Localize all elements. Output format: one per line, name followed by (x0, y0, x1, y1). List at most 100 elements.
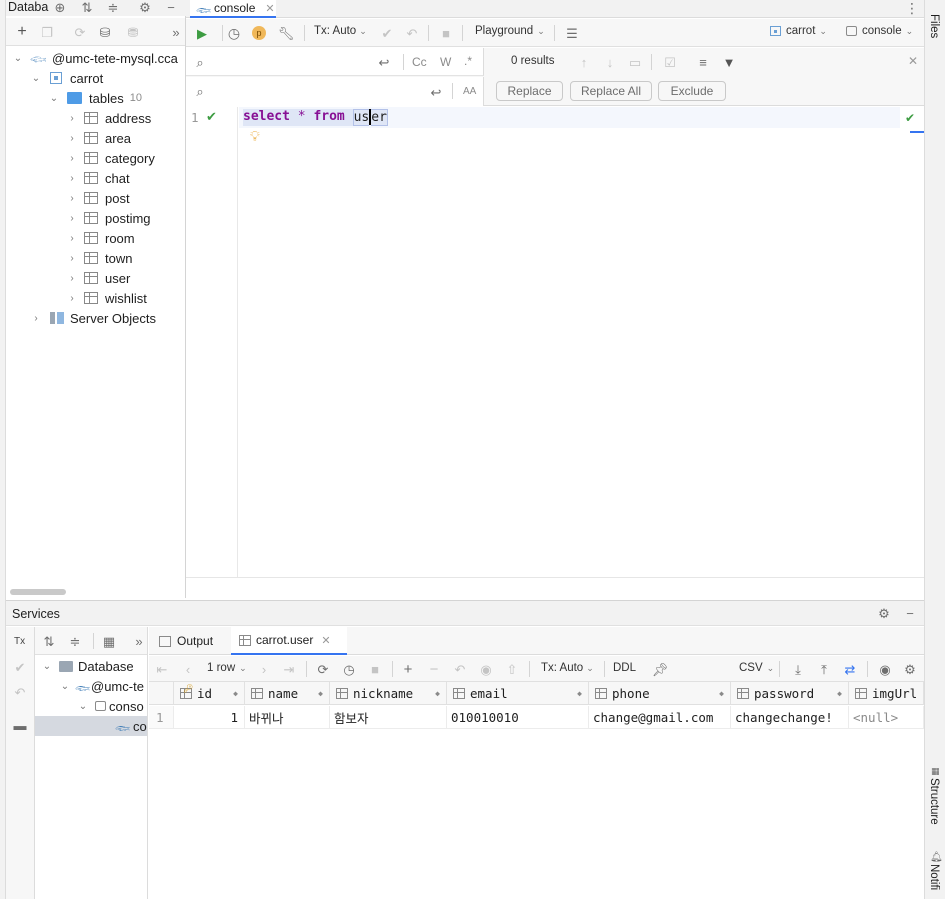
tree-table-item[interactable]: › post (66, 188, 129, 208)
parameters-icon[interactable]: p (252, 26, 266, 40)
ddl-button[interactable]: DDL (613, 662, 636, 674)
schema-edit-icon[interactable]: ⛁ (97, 24, 113, 40)
in-selection-icon[interactable]: ☑ (662, 54, 678, 70)
tab-carrot-user[interactable]: carrot.user ✕ (231, 627, 347, 655)
horizontal-scrollbar[interactable] (10, 589, 66, 595)
upload-icon[interactable]: ⤒ (817, 661, 831, 677)
preview-changes-icon[interactable]: ◉ (479, 661, 493, 677)
tab-output[interactable]: Output (159, 627, 213, 655)
tree-connection[interactable]: ⌄ 𓆟 @umc-tete-mysql.cca (12, 48, 178, 68)
gear-icon[interactable]: ⚙ (877, 606, 891, 620)
new-line-icon[interactable]: ↩ (429, 85, 443, 99)
tx-mode-dropdown[interactable]: Tx: Auto ⌄ (314, 25, 367, 37)
playground-dropdown[interactable]: Playground ⌄ (475, 25, 545, 37)
auto-reload-icon[interactable]: ◷ (342, 661, 356, 677)
code-line-1[interactable]: select * from us er (243, 109, 388, 126)
regex-button[interactable]: .* (464, 54, 472, 68)
arrow-up-icon[interactable]: ↑ (576, 54, 592, 70)
search-icon[interactable]: ⌕ (192, 55, 208, 69)
tree-table-item[interactable]: › address (66, 108, 151, 128)
compare-icon[interactable]: ⇄ (843, 661, 857, 677)
stop-icon[interactable]: ■ (368, 661, 382, 677)
sort-icon[interactable]: ◆ (577, 689, 582, 698)
close-icon[interactable]: ✕ (321, 634, 330, 647)
last-page-icon[interactable]: ⇥ (282, 661, 296, 677)
notifications-tool-window[interactable]: Notifi (928, 864, 940, 890)
chevron-down-icon[interactable]: ⌄ (59, 681, 71, 692)
chevron-right-icon[interactable]: › (66, 173, 78, 184)
commit-icon[interactable]: ✔ (379, 25, 395, 41)
more-icon[interactable]: » (133, 633, 145, 649)
chevron-right-icon[interactable]: › (66, 113, 78, 124)
table-cell[interactable]: 010010010 (447, 706, 589, 728)
copy-icon[interactable]: ❐ (39, 24, 55, 40)
minimize-icon[interactable]: − (164, 0, 178, 14)
column-header-email[interactable]: email ◆ (447, 682, 589, 704)
view-icon[interactable]: ◉ (877, 661, 893, 677)
preserve-case-button[interactable]: AA (463, 86, 476, 97)
tree-server-objects[interactable]: › Server Objects (30, 308, 156, 328)
jump-to-icon[interactable]: ⛃ (125, 24, 141, 40)
match-case-button[interactable]: Cc (412, 55, 427, 69)
first-page-icon[interactable]: ⇤ (155, 661, 169, 677)
chevron-right-icon[interactable]: › (66, 213, 78, 224)
replace-input[interactable] (212, 82, 422, 100)
refresh-icon[interactable]: ⟳ (72, 24, 88, 40)
expand-all-icon[interactable]: ⇅ (41, 633, 57, 649)
add-row-icon[interactable]: + (401, 661, 415, 677)
column-header-name[interactable]: name ◆ (245, 682, 330, 704)
exclude-button[interactable]: Exclude (658, 81, 726, 101)
run-icon[interactable]: ▶ (194, 25, 210, 41)
pin-icon[interactable]: 📌︎ (652, 661, 669, 677)
chevron-right-icon[interactable]: › (66, 273, 78, 284)
grid-tx-mode-dropdown[interactable]: Tx: Auto ⌄ (541, 662, 594, 674)
result-layout-icon[interactable]: ☰ (564, 25, 580, 41)
sort-icon[interactable]: ◆ (233, 689, 238, 698)
find-input[interactable] (212, 53, 372, 71)
collapse-all-icon[interactable]: ≑ (67, 633, 83, 649)
submit-icon[interactable]: ⇧ (505, 661, 519, 677)
tab-console[interactable]: 𓆟 console ✕ (190, 0, 276, 18)
add-icon[interactable]: + (14, 24, 30, 40)
lightbulb-icon[interactable]: 💡︎ (250, 128, 260, 145)
close-icon[interactable]: ✕ (265, 2, 274, 15)
download-icon[interactable]: ⤓ (791, 661, 805, 677)
reload-icon[interactable]: ⟳ (316, 661, 330, 677)
wrench-icon[interactable]: 🔧︎ (278, 25, 295, 41)
chevron-right-icon[interactable]: › (66, 133, 78, 144)
replace-button[interactable]: Replace (496, 81, 563, 101)
replace-all-button[interactable]: Replace All (570, 81, 652, 101)
tree-schema[interactable]: ⌄ carrot (30, 68, 103, 88)
chevron-right-icon[interactable]: › (66, 253, 78, 264)
tree-table-item[interactable]: › area (66, 128, 131, 148)
history-icon[interactable]: ◷ (226, 25, 242, 41)
search-icon[interactable]: ⌕ (192, 84, 208, 98)
table-cell[interactable]: 바뀌나 (245, 706, 330, 728)
column-header-nickname[interactable]: nickname ◆ (330, 682, 447, 704)
tree-table-item[interactable]: › postimg (66, 208, 150, 228)
layout-icon[interactable]: ▬ (13, 718, 27, 732)
services-tree-database[interactable]: ⌄ Database (41, 656, 134, 676)
more-vertical-icon[interactable]: ⋮ (905, 0, 919, 16)
sort-icon[interactable]: ◆ (837, 689, 842, 698)
filter-icon[interactable]: ▼ (721, 54, 737, 70)
chevron-right-icon[interactable]: › (66, 233, 78, 244)
stop-icon[interactable]: ■ (438, 25, 454, 41)
sort-icon[interactable]: ◆ (719, 689, 724, 698)
commit-icon[interactable]: ✔ (13, 660, 27, 674)
chevron-right-icon[interactable]: › (66, 193, 78, 204)
chevron-right-icon[interactable]: › (66, 293, 78, 304)
new-line-icon[interactable]: ↩ (377, 55, 391, 69)
words-button[interactable]: W (440, 55, 451, 69)
tree-table-item[interactable]: › room (66, 228, 134, 248)
group-by-icon[interactable]: ▦ (101, 633, 117, 649)
tree-table-item[interactable]: › user (66, 268, 130, 288)
chevron-right-icon[interactable]: › (30, 313, 42, 324)
table-cell[interactable]: <null> (849, 706, 924, 728)
table-cell[interactable]: 1 (174, 706, 245, 728)
column-header-id[interactable]: 🔑︎ id ◆ (174, 682, 245, 704)
chevron-down-icon[interactable]: ⌄ (12, 53, 24, 64)
table-cell[interactable]: 함보자 (330, 706, 447, 728)
next-page-icon[interactable]: › (257, 661, 271, 677)
chevron-down-icon[interactable]: ⌄ (30, 73, 42, 84)
